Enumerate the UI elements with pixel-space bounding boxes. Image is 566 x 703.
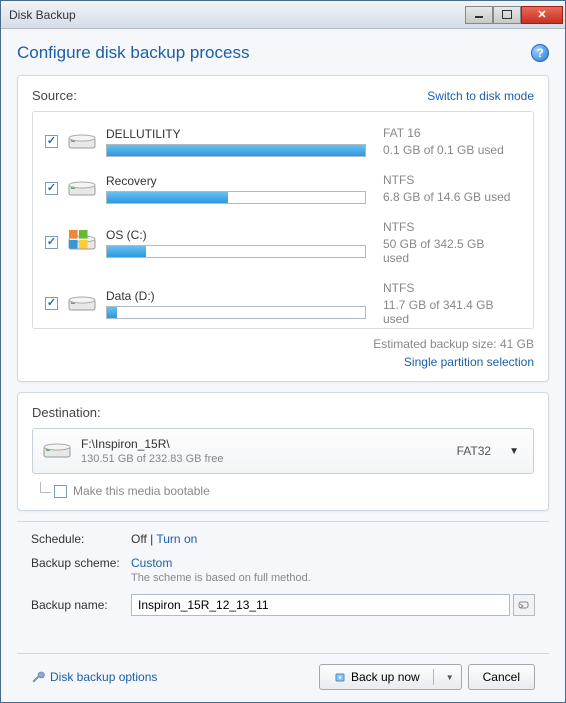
source-label: Source: xyxy=(32,88,427,103)
source-row[interactable]: RecoveryNTFS 6.8 GB of 14.6 GB used xyxy=(41,167,529,214)
source-row[interactable]: Data (D:)NTFS 11.7 GB of 341.4 GB used xyxy=(41,275,529,329)
switch-disk-mode-link[interactable]: Switch to disk mode xyxy=(427,89,534,103)
drive-icon xyxy=(68,179,96,199)
usage-bar xyxy=(106,306,366,319)
drive-icon xyxy=(68,294,96,314)
disk-backup-options-link[interactable]: Disk backup options xyxy=(31,670,157,684)
window: Disk Backup Configure disk backup proces… xyxy=(0,0,566,703)
help-icon[interactable]: ? xyxy=(531,44,549,62)
scheme-link[interactable]: Custom xyxy=(131,556,172,570)
os-drive-icon xyxy=(68,233,96,253)
settings-section: Schedule: Off | Turn on Backup scheme: C… xyxy=(17,521,549,626)
scheme-description: The scheme is based on full method. xyxy=(131,572,535,584)
source-checkbox[interactable] xyxy=(45,182,58,195)
window-title: Disk Backup xyxy=(9,8,465,22)
minimize-button[interactable] xyxy=(465,6,493,24)
filesystem-label: NTFS xyxy=(383,173,513,187)
bootable-row: Make this media bootable xyxy=(32,484,534,498)
chevron-down-icon[interactable]: ▼ xyxy=(505,446,523,457)
cancel-button[interactable]: Cancel xyxy=(468,664,535,690)
header: Configure disk backup process ? xyxy=(17,43,549,63)
content: Configure disk backup process ? Source: … xyxy=(1,29,565,702)
close-button[interactable] xyxy=(521,6,563,24)
partition-name: Data (D:) xyxy=(106,289,383,303)
filesystem-label: NTFS xyxy=(383,281,513,295)
safe-icon xyxy=(334,671,346,683)
source-row[interactable]: OS (C:)NTFS 50 GB of 342.5 GB used xyxy=(41,214,529,275)
destination-selector[interactable]: F:\Inspiron_15R\ 130.51 GB of 232.83 GB … xyxy=(32,428,534,474)
usage-label: 0.1 GB of 0.1 GB used xyxy=(383,143,513,157)
bootable-label: Make this media bootable xyxy=(73,484,210,498)
filesystem-label: NTFS xyxy=(383,220,513,234)
filesystem-label: FAT 16 xyxy=(383,126,513,140)
backup-now-button[interactable]: Back up now ▼ xyxy=(319,664,462,690)
source-checkbox[interactable] xyxy=(45,236,58,249)
usage-bar xyxy=(106,245,366,258)
titlebar-buttons xyxy=(465,6,563,24)
single-partition-link[interactable]: Single partition selection xyxy=(32,355,534,369)
schedule-turn-on-link[interactable]: Turn on xyxy=(156,532,197,546)
backup-name-row: Backup name: xyxy=(31,594,535,616)
source-checkbox[interactable] xyxy=(45,297,58,310)
destination-filesystem: FAT32 xyxy=(457,444,491,458)
usage-label: 6.8 GB of 14.6 GB used xyxy=(383,190,513,204)
destination-panel: Destination: F:\Inspiron_15R\ 130.51 GB … xyxy=(17,392,549,511)
partition-name: Recovery xyxy=(106,174,383,188)
bootable-checkbox[interactable] xyxy=(54,485,67,498)
source-panel: Source: Switch to disk mode DELLUTILITYF… xyxy=(17,75,549,382)
backup-name-label: Backup name: xyxy=(31,598,131,612)
wrench-icon xyxy=(31,670,45,684)
schedule-label: Schedule: xyxy=(31,532,131,546)
source-footer: Estimated backup size: 41 GB Single part… xyxy=(32,337,534,369)
scheme-label: Backup scheme: xyxy=(31,556,131,570)
destination-info: F:\Inspiron_15R\ 130.51 GB of 232.83 GB … xyxy=(81,437,457,465)
scheme-value: Custom The scheme is based on full metho… xyxy=(131,556,535,584)
source-list[interactable]: DELLUTILITYFAT 16 0.1 GB of 0.1 GB used Re… xyxy=(32,111,534,329)
destination-path: F:\Inspiron_15R\ xyxy=(81,437,457,451)
usage-label: 11.7 GB of 341.4 GB used xyxy=(383,298,513,326)
usage-bar xyxy=(106,191,366,204)
partition-name: OS (C:) xyxy=(106,228,383,242)
maximize-button[interactable] xyxy=(493,6,521,24)
drive-icon xyxy=(43,441,71,461)
usage-label: 50 GB of 342.5 GB used xyxy=(383,237,513,265)
source-row[interactable]: DELLUTILITYFAT 16 0.1 GB of 0.1 GB used xyxy=(41,120,529,167)
destination-label: Destination: xyxy=(32,405,534,420)
schedule-row: Schedule: Off | Turn on xyxy=(31,532,535,546)
page-title: Configure disk backup process xyxy=(17,43,531,63)
source-checkbox[interactable] xyxy=(45,135,58,148)
schedule-value: Off | Turn on xyxy=(131,532,535,546)
drive-icon xyxy=(68,132,96,152)
usage-bar xyxy=(106,144,366,157)
partition-name: DELLUTILITY xyxy=(106,127,383,141)
scheme-row: Backup scheme: Custom The scheme is base… xyxy=(31,556,535,584)
backup-name-tag-button[interactable] xyxy=(513,594,535,616)
destination-free: 130.51 GB of 232.83 GB free xyxy=(81,453,457,465)
titlebar[interactable]: Disk Backup xyxy=(1,1,565,29)
backup-name-input[interactable] xyxy=(131,594,510,616)
estimated-size: Estimated backup size: 41 GB xyxy=(373,337,534,351)
chevron-down-icon[interactable]: ▼ xyxy=(443,673,457,682)
footer: Disk backup options Back up now ▼ Cancel xyxy=(17,653,549,690)
